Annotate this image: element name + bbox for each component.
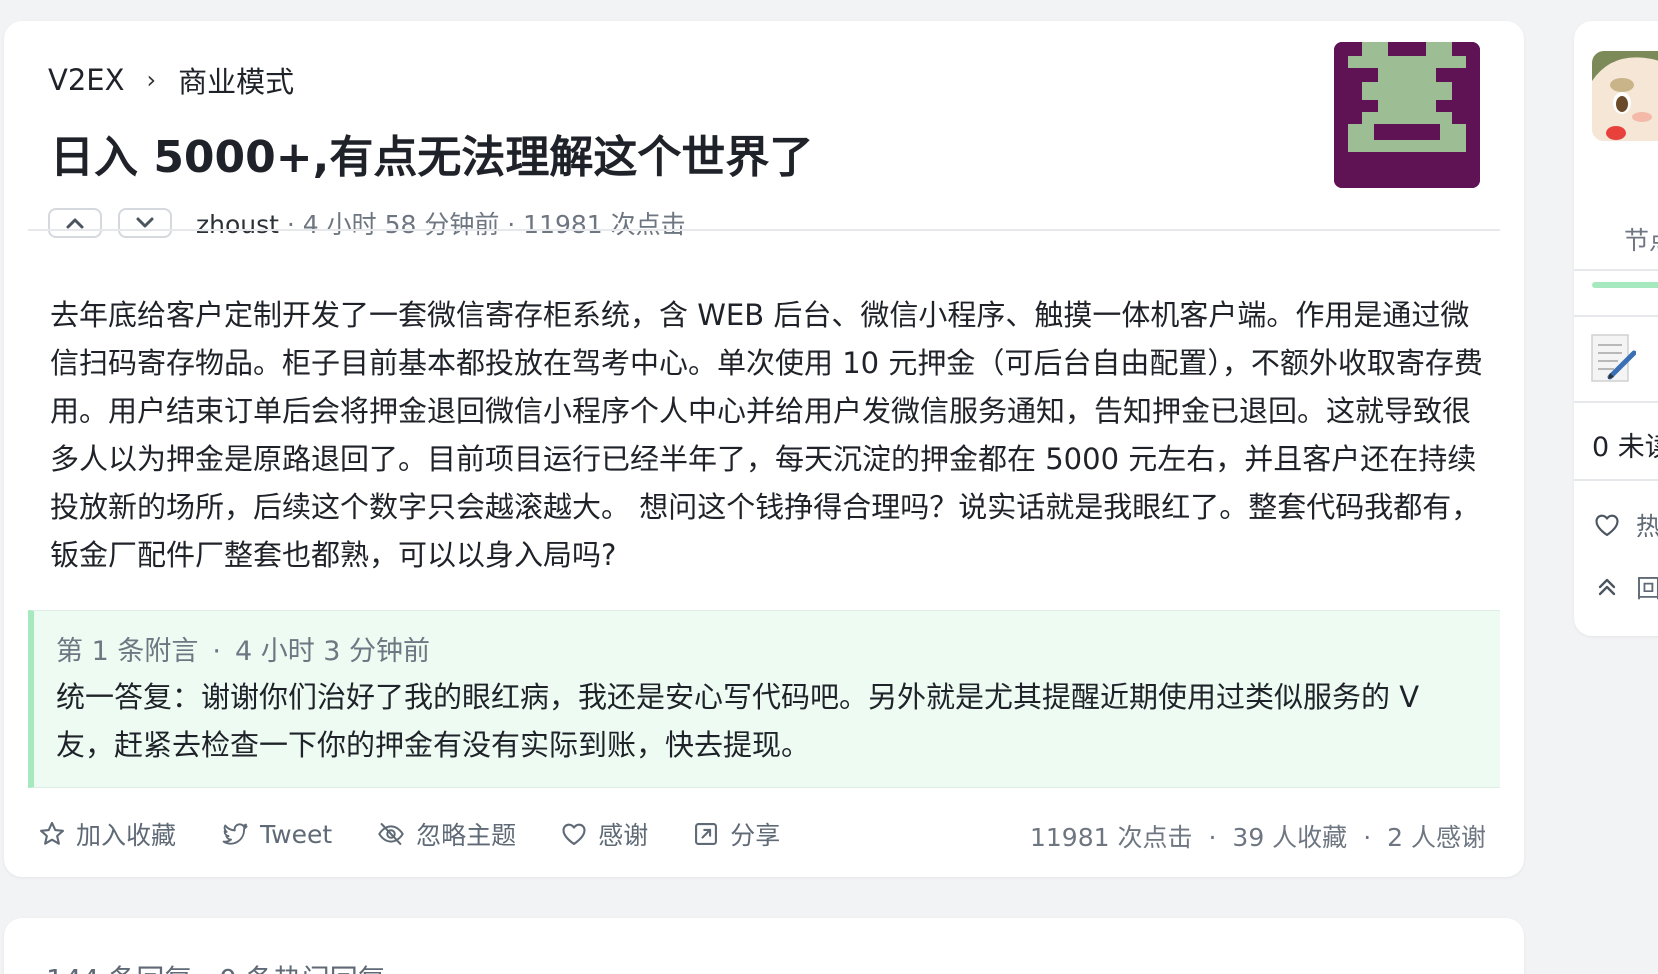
- sidebar-back-link[interactable]: 回: [1592, 569, 1658, 605]
- identicon-icon: [1334, 42, 1480, 188]
- thank-label: 感谢: [598, 821, 649, 850]
- favorite-label: 加入收藏: [76, 821, 177, 850]
- upvote-button[interactable]: [48, 208, 102, 238]
- clicks-count: 11981 次点击: [1029, 823, 1193, 852]
- supplement-time: 4 小时 3 分钟前: [234, 636, 431, 667]
- sidebar-card: 节点 0 未读 热: [1574, 21, 1658, 636]
- topic-meta-text: zhoust · 4 小时 58 分钟前 · 11981 次点击: [196, 205, 686, 241]
- sidebar-divider-2: [1574, 315, 1658, 317]
- thanks-count: 2 人感谢: [1387, 823, 1486, 852]
- supplement-dot: ·: [212, 636, 221, 667]
- supplement-label: 第 1 条附言: [56, 636, 199, 667]
- eye-off-icon: [378, 823, 404, 845]
- sidebar-node-label: 节点: [1624, 226, 1658, 255]
- ignore-topic-label: 忽略主题: [416, 821, 517, 850]
- breadcrumb: V2EX › 商业模式: [48, 59, 294, 101]
- chevron-down-icon: [136, 217, 154, 228]
- topic-title: 日入 5000+,有点无法理解这个世界了: [50, 132, 814, 183]
- anime-avatar-icon: [1592, 51, 1658, 141]
- breadcrumb-separator: ›: [146, 66, 157, 94]
- twitter-bird-icon: [222, 823, 248, 845]
- author-avatar[interactable]: [1334, 42, 1480, 188]
- replies-card: 144 条回复 · 0 条热门回复: [4, 918, 1524, 974]
- notepad-pencil-icon: [1591, 334, 1637, 382]
- unread-notifications[interactable]: 0 未读: [1592, 425, 1658, 464]
- tweet-label: Tweet: [260, 819, 333, 849]
- ignore-topic-button[interactable]: 忽略主题: [376, 816, 516, 852]
- heart-icon: [562, 823, 586, 845]
- supplement-content: 统一答复：谢谢你们治好了我的眼红病，我还是安心写代码吧。另外就是尤其提醒近期使用…: [56, 680, 1420, 762]
- supplement-header: 第 1 条附言 · 4 小时 3 分钟前: [56, 629, 430, 668]
- topic-stats: 11981 次点击 · 39 人收藏 · 2 人感谢: [1030, 818, 1486, 854]
- topic-supplement: 第 1 条附言 · 4 小时 3 分钟前 统一答复：谢谢你们治好了我的眼红病，我还是…: [28, 610, 1500, 788]
- favorite-button[interactable]: 加入收藏: [38, 816, 176, 852]
- stats-dot-2: ·: [1363, 823, 1372, 852]
- thank-button[interactable]: 感谢: [560, 816, 648, 852]
- sidebar-progress-bar: [1592, 282, 1658, 288]
- downvote-button[interactable]: [118, 208, 172, 238]
- topic-content: 去年底给客户定制开发了一套微信寄存柜系统，含 WEB 后台、微信小程序、触摸一体…: [50, 298, 1483, 572]
- heart-icon: [1595, 514, 1619, 536]
- replies-summary: 144 条回复 · 0 条热门回复: [46, 958, 386, 974]
- header-divider: [28, 229, 1500, 231]
- page: V2EX › 商业模式 日入 5000+,有点无法理解这个世界了 zhoust …: [0, 0, 1658, 974]
- topic-actions: 加入收藏 Tweet 忽略主题 感谢 分享: [38, 816, 824, 852]
- topic-card: V2EX › 商业模式 日入 5000+,有点无法理解这个世界了 zhoust …: [4, 21, 1524, 877]
- tweet-button[interactable]: Tweet: [220, 820, 332, 849]
- double-chevron-up-icon: [1598, 578, 1616, 596]
- favorites-count: 39 人收藏: [1232, 823, 1348, 852]
- author-link[interactable]: zhoust: [196, 210, 279, 239]
- sidebar-divider-4: [1574, 479, 1658, 481]
- stats-dot-1: ·: [1208, 823, 1217, 852]
- notes-icon[interactable]: [1590, 331, 1637, 387]
- topic-time-clicks: · 4 小时 58 分钟前 · 11981 次点击: [278, 210, 686, 239]
- share-button[interactable]: 分享: [692, 816, 780, 852]
- breadcrumb-node-link[interactable]: 商业模式: [178, 59, 294, 101]
- share-icon: [695, 823, 718, 845]
- sidebar-hot-label: 热: [1636, 512, 1658, 541]
- sidebar-divider-3: [1574, 401, 1658, 403]
- topic-meta: zhoust · 4 小时 58 分钟前 · 11981 次点击: [48, 205, 686, 241]
- sidebar-hot-link[interactable]: 热: [1592, 507, 1658, 543]
- sidebar-back-label: 回: [1636, 574, 1658, 603]
- breadcrumb-site-link[interactable]: V2EX: [48, 63, 124, 97]
- sidebar-divider-1: [1574, 269, 1658, 271]
- share-label: 分享: [730, 821, 781, 850]
- chevron-up-icon: [66, 218, 84, 229]
- user-avatar[interactable]: [1592, 51, 1658, 141]
- star-icon: [39, 821, 65, 845]
